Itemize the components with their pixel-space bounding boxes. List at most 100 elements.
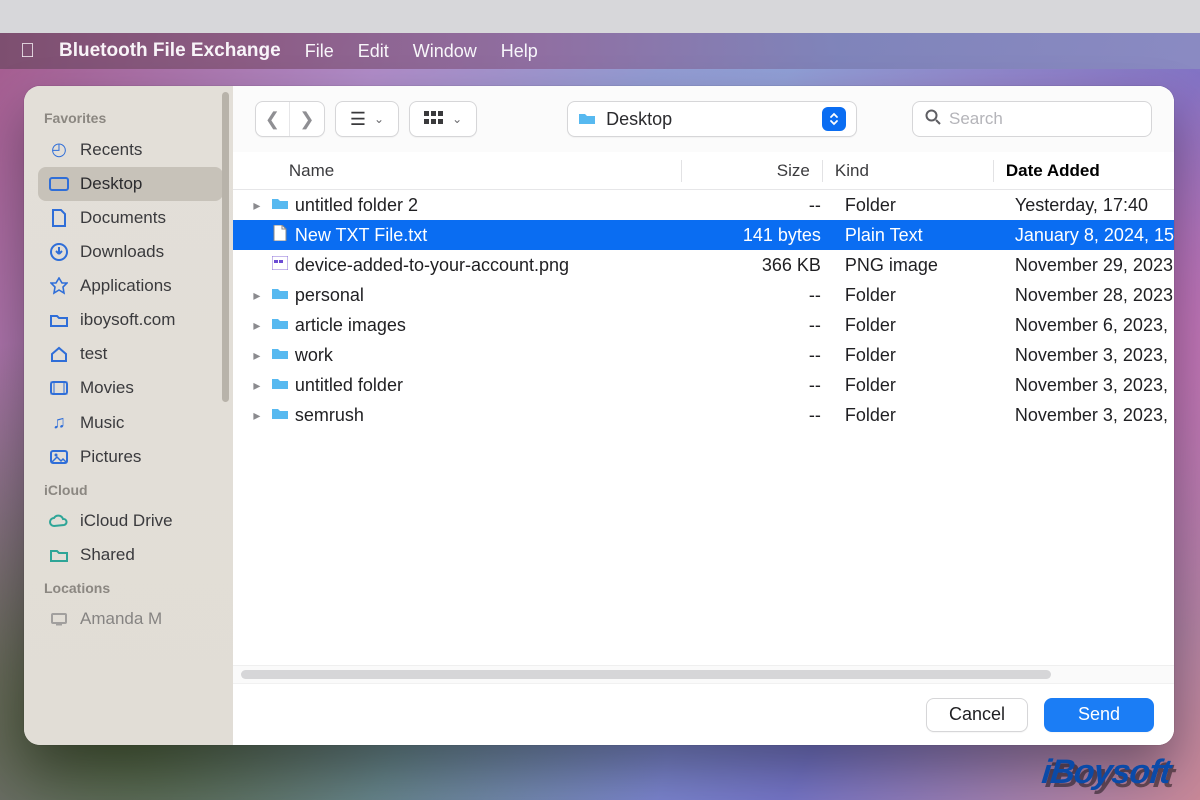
menu-bar:  Bluetooth File Exchange File Edit Wind… xyxy=(0,33,1200,69)
file-kind: Folder xyxy=(833,315,1003,336)
file-kind: Folder xyxy=(833,345,1003,366)
sidebar-item-label: Movies xyxy=(80,378,134,398)
sidebar-item-label: Pictures xyxy=(80,447,141,467)
sidebar-item-documents[interactable]: Documents xyxy=(38,201,223,235)
file-row[interactable]: ▸untitled folder--FolderNovember 3, 2023… xyxy=(233,370,1174,400)
sidebar-item-label: Applications xyxy=(80,276,172,296)
folder-icon xyxy=(269,376,291,395)
file-size: 366 KB xyxy=(693,255,833,276)
column-name[interactable]: Name xyxy=(233,161,681,181)
disclosure-triangle-icon[interactable]: ▸ xyxy=(245,287,269,304)
applications-icon xyxy=(48,277,70,295)
view-group-button[interactable]: ⌄ xyxy=(409,101,477,137)
disclosure-triangle-icon[interactable]: ▸ xyxy=(245,197,269,214)
folder-icon xyxy=(269,406,291,425)
file-name: untitled folder xyxy=(291,375,693,396)
sidebar-item-recents[interactable]: ◴ Recents xyxy=(38,132,223,167)
menu-help[interactable]: Help xyxy=(501,41,538,62)
search-icon xyxy=(925,109,941,130)
sidebar-scrollbar[interactable] xyxy=(222,92,229,402)
folder-icon xyxy=(269,316,291,335)
clock-icon: ◴ xyxy=(48,139,70,160)
file-kind: Plain Text xyxy=(833,225,1003,246)
menu-window[interactable]: Window xyxy=(413,41,477,62)
file-row[interactable]: ▸semrush--FolderNovember 3, 2023, xyxy=(233,400,1174,430)
house-icon xyxy=(48,346,70,362)
sidebar-item-applications[interactable]: Applications xyxy=(38,269,223,303)
file-size: -- xyxy=(693,405,833,426)
disclosure-triangle-icon[interactable]: ▸ xyxy=(245,347,269,364)
file-row[interactable]: ▸article images--FolderNovember 6, 2023, xyxy=(233,310,1174,340)
chevron-down-icon: ⌄ xyxy=(374,112,384,126)
column-date-added[interactable]: Date Added xyxy=(994,161,1174,181)
file-row[interactable]: ▸personal--FolderNovember 28, 2023 xyxy=(233,280,1174,310)
sidebar: Favorites ◴ Recents Desktop Documents Do… xyxy=(24,86,233,745)
file-row[interactable]: ▸New TXT File.txt141 bytesPlain TextJanu… xyxy=(233,220,1174,250)
shared-icon xyxy=(48,548,70,562)
location-popup-button[interactable]: Desktop xyxy=(567,101,857,137)
music-icon: ♫ xyxy=(48,412,70,433)
search-input[interactable] xyxy=(949,109,1170,129)
sidebar-item-label: test xyxy=(80,344,107,364)
sidebar-item-desktop[interactable]: Desktop xyxy=(38,167,223,201)
sidebar-item-music[interactable]: ♫ Music xyxy=(38,405,223,440)
sidebar-item-shared[interactable]: Shared xyxy=(38,538,223,572)
toolbar: ❮ ❯ ☰ ⌄ ⌄ Desktop xyxy=(233,86,1174,152)
sidebar-item-test[interactable]: test xyxy=(38,337,223,371)
sidebar-item-icloud-drive[interactable]: iCloud Drive xyxy=(38,504,223,538)
file-size: -- xyxy=(693,375,833,396)
sidebar-item-label: Documents xyxy=(80,208,166,228)
chevron-down-icon: ⌄ xyxy=(452,112,462,126)
sidebar-group-icloud: iCloud xyxy=(34,474,227,504)
folder-icon xyxy=(269,196,291,215)
column-header-row: Name Size Kind Date Added xyxy=(233,152,1174,190)
file-name: device-added-to-your-account.png xyxy=(291,255,693,276)
nav-back-button[interactable]: ❮ xyxy=(256,102,290,136)
desktop-icon xyxy=(48,177,70,191)
disclosure-triangle-icon[interactable]: ▸ xyxy=(245,407,269,424)
file-kind: Folder xyxy=(833,405,1003,426)
sidebar-group-locations: Locations xyxy=(34,572,227,602)
send-button[interactable]: Send xyxy=(1044,698,1154,732)
view-list-button[interactable]: ☰ ⌄ xyxy=(335,101,399,137)
mac-icon xyxy=(48,612,70,626)
folder-icon xyxy=(48,313,70,327)
menu-file[interactable]: File xyxy=(305,41,334,62)
column-size[interactable]: Size xyxy=(682,161,822,181)
folder-icon xyxy=(269,346,291,365)
nav-back-forward: ❮ ❯ xyxy=(255,101,325,137)
column-kind[interactable]: Kind xyxy=(823,161,993,181)
search-field[interactable] xyxy=(912,101,1152,137)
sidebar-item-label: Amanda M xyxy=(80,609,162,629)
file-size: -- xyxy=(693,315,833,336)
file-size: -- xyxy=(693,195,833,216)
sidebar-item-downloads[interactable]: Downloads xyxy=(38,235,223,269)
file-picker-dialog: Favorites ◴ Recents Desktop Documents Do… xyxy=(24,86,1174,745)
chevron-up-down-icon xyxy=(822,107,846,131)
disclosure-triangle-icon[interactable]: ▸ xyxy=(245,317,269,334)
file-list: ▸untitled folder 2--FolderYesterday, 17:… xyxy=(233,190,1174,665)
sidebar-item-label: Downloads xyxy=(80,242,164,262)
cancel-button[interactable]: Cancel xyxy=(926,698,1028,732)
sidebar-item-iboysoft[interactable]: iboysoft.com xyxy=(38,303,223,337)
nav-forward-button[interactable]: ❯ xyxy=(290,102,324,136)
file-date: November 3, 2023, xyxy=(1003,345,1174,366)
sidebar-item-pictures[interactable]: Pictures xyxy=(38,440,223,474)
horizontal-scrollbar[interactable] xyxy=(241,670,1051,679)
apple-menu-icon[interactable]:  xyxy=(20,40,35,63)
file-date: Yesterday, 17:40 xyxy=(1003,195,1174,216)
menu-edit[interactable]: Edit xyxy=(358,41,389,62)
horizontal-scrollbar-track xyxy=(233,665,1174,683)
app-name[interactable]: Bluetooth File Exchange xyxy=(59,40,281,62)
file-kind: Folder xyxy=(833,285,1003,306)
folder-icon xyxy=(578,109,596,130)
sidebar-item-amanda[interactable]: Amanda M xyxy=(38,602,223,636)
file-row[interactable]: ▸untitled folder 2--FolderYesterday, 17:… xyxy=(233,190,1174,220)
disclosure-triangle-icon[interactable]: ▸ xyxy=(245,377,269,394)
file-size: 141 bytes xyxy=(693,225,833,246)
file-row[interactable]: ▸work--FolderNovember 3, 2023, xyxy=(233,340,1174,370)
sidebar-item-movies[interactable]: Movies xyxy=(38,371,223,405)
file-row[interactable]: ▸device-added-to-your-account.png366 KBP… xyxy=(233,250,1174,280)
file-date: November 3, 2023, xyxy=(1003,405,1174,426)
pictures-icon xyxy=(48,450,70,464)
